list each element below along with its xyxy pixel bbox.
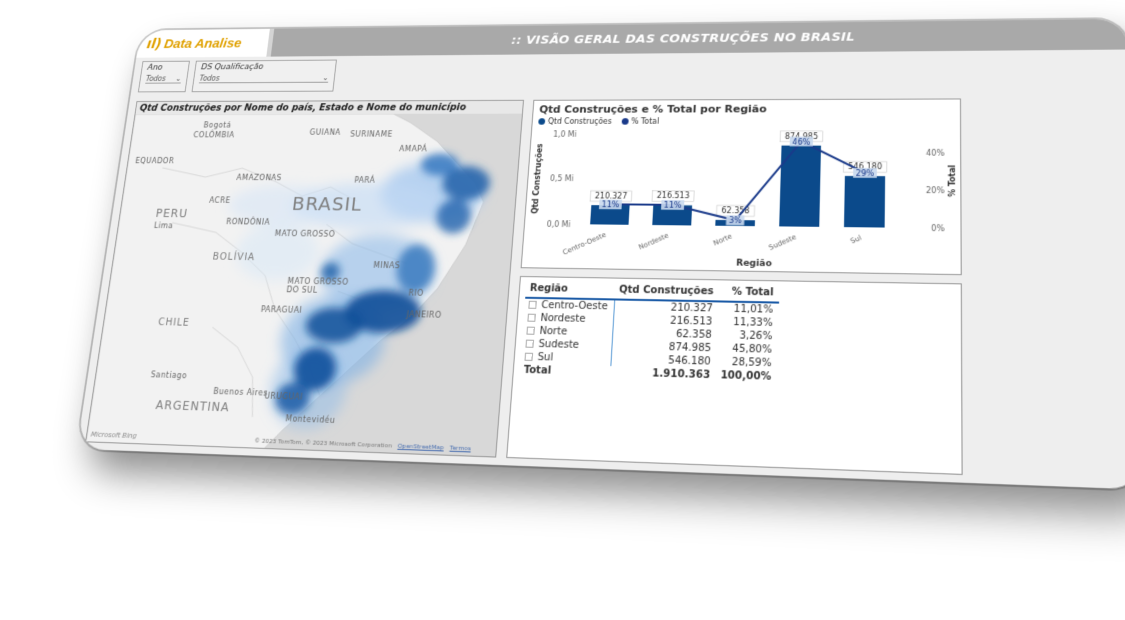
filter-ds-qualificacao[interactable]: DS Qualificação Todos ⌄ bbox=[191, 59, 337, 93]
map-title: Qtd Construções por Nome do país, Estado… bbox=[139, 102, 467, 114]
cell-regiao-label: Sudeste bbox=[538, 338, 580, 351]
label-chile: CHILE bbox=[157, 317, 191, 329]
filter-ano-label: Ano bbox=[146, 63, 164, 73]
y2-tick-label: 0% bbox=[931, 224, 944, 234]
region-table: Região Qtd Construções % Total Centro-Oe… bbox=[519, 281, 781, 384]
title-bar: :: VISÃO GERAL DAS CONSTRUÇÕES NO BRASIL bbox=[270, 18, 1125, 57]
x-tick-label: Centro-Oeste bbox=[562, 231, 608, 257]
header: ıl) Data Analise :: VISÃO GERAL DAS CONS… bbox=[136, 18, 1125, 58]
logo-text: Data Analise bbox=[163, 35, 243, 52]
label-guiana: GUIANA bbox=[309, 128, 342, 137]
header-qtd[interactable]: Qtd Construções bbox=[614, 282, 720, 302]
label-montevideu: Montevidéu bbox=[284, 414, 336, 425]
line-data-label: 11% bbox=[664, 200, 682, 209]
label-janeiro: JANEIRO bbox=[406, 310, 442, 320]
label-rio: RIO bbox=[408, 288, 424, 298]
line-data-label: 46% bbox=[792, 137, 810, 146]
line-data-label: 11% bbox=[601, 200, 619, 209]
x-tick-label: Nordeste bbox=[637, 231, 669, 251]
cell-percent: 11,33% bbox=[733, 316, 773, 330]
label-colombia: COLÔMBIA bbox=[192, 131, 236, 140]
x-tick-label: Sul bbox=[849, 233, 863, 245]
bar-sudeste bbox=[779, 145, 822, 227]
y-tick-label: 0,5 Mi bbox=[550, 174, 574, 183]
y2-tick-label: 20% bbox=[926, 186, 945, 196]
total-percent: 100,00% bbox=[720, 370, 772, 383]
header-total[interactable]: % Total bbox=[719, 284, 781, 303]
expand-icon[interactable] bbox=[526, 326, 535, 335]
total-label: Total bbox=[523, 364, 552, 377]
expand-icon[interactable] bbox=[525, 339, 534, 348]
chart-title: Qtd Construções e % Total por Região bbox=[538, 102, 767, 116]
cell-regiao-label: Nordeste bbox=[540, 312, 586, 325]
label-mato-grosso-sul: MATO GROSSO DO SUL bbox=[285, 276, 349, 295]
page-title: :: VISÃO GERAL DAS CONSTRUÇÕES NO BRASIL bbox=[510, 29, 855, 47]
label-equador: EQUADOR bbox=[134, 156, 175, 166]
expand-icon[interactable] bbox=[527, 313, 536, 322]
label-acre: ACRE bbox=[208, 196, 231, 205]
y-tick-label: 0,0 Mi bbox=[547, 220, 571, 230]
x-tick-label: Sudeste bbox=[768, 233, 798, 252]
bar-sul bbox=[843, 175, 886, 228]
dashboard-screen: ıl) Data Analise :: VISÃO GERAL DAS CONS… bbox=[76, 18, 1125, 490]
label-amazonas: AMAZONAS bbox=[235, 173, 283, 183]
filter-ano[interactable]: Ano Todos ⌄ bbox=[137, 60, 190, 93]
label-para: PARÁ bbox=[353, 176, 376, 185]
label-uruguai: URUGUAI bbox=[263, 391, 304, 402]
label-suriname: SURINAME bbox=[349, 130, 394, 139]
label-paraguai: PARAGUAI bbox=[260, 305, 303, 315]
filter-ds-label: DS Qualificação bbox=[200, 62, 264, 72]
y2-axis-title: % Total bbox=[947, 165, 957, 197]
label-minas: MINAS bbox=[372, 261, 401, 271]
label-buenos-aires: Buenos Aires bbox=[212, 386, 269, 398]
label-santiago: Santiago bbox=[150, 370, 188, 381]
total-qtd: 1.910.363 bbox=[651, 368, 711, 382]
line-data-label: 3% bbox=[729, 216, 742, 226]
chart-logo-icon: ıl) bbox=[145, 36, 163, 52]
x-axis-title: Região bbox=[736, 257, 772, 268]
logo: ıl) Data Analise bbox=[136, 28, 270, 58]
bar-data-label: 216.513 bbox=[657, 191, 691, 201]
expand-icon[interactable] bbox=[528, 300, 537, 309]
y-tick-label: 1,0 Mi bbox=[553, 130, 577, 139]
cell-regiao-label: Norte bbox=[539, 325, 568, 338]
filter-ds-value: Todos bbox=[199, 74, 221, 83]
label-bolivia: BOLÍVIA bbox=[211, 252, 256, 264]
label-peru: PERU bbox=[154, 206, 189, 221]
filter-ds-select[interactable]: Todos ⌄ bbox=[198, 73, 330, 84]
filter-ano-select[interactable]: Todos ⌄ bbox=[145, 74, 182, 84]
chart-visual[interactable]: Qtd Construções e % Total por Região Qtd… bbox=[520, 98, 962, 276]
chevron-down-icon: ⌄ bbox=[174, 74, 182, 83]
matrix-visual[interactable]: Região Qtd Construções % Total Centro-Oe… bbox=[506, 275, 963, 475]
chevron-down-icon: ⌄ bbox=[322, 73, 330, 82]
cell-regiao-label: Centro-Oeste bbox=[540, 300, 608, 313]
label-mato-grosso: MATO GROSSO bbox=[274, 229, 336, 239]
bing-logo: Microsoft Bing bbox=[90, 430, 138, 441]
label-argentina: ARGENTINA bbox=[154, 398, 231, 415]
y2-tick-label: 40% bbox=[926, 148, 945, 157]
cell-percent: 11,01% bbox=[733, 303, 774, 316]
terms-link[interactable]: Termos bbox=[449, 444, 471, 452]
map-visual[interactable]: Qtd Construções por Nome do país, Estado… bbox=[85, 99, 525, 458]
line-data-label: 29% bbox=[856, 168, 874, 178]
x-tick-label: Norte bbox=[712, 232, 733, 248]
cell-regiao-label: Sul bbox=[537, 351, 554, 364]
expand-icon[interactable] bbox=[524, 352, 534, 361]
label-amapa: AMAPÁ bbox=[398, 144, 428, 154]
header-regiao[interactable]: Região bbox=[525, 281, 616, 300]
label-lima: Lima bbox=[153, 221, 174, 231]
filter-ano-value: Todos bbox=[145, 74, 167, 83]
label-brasil: BRASIL bbox=[290, 192, 364, 216]
label-rondonia: RONDÔNIA bbox=[225, 217, 271, 227]
y-axis-title: Qtd Construções bbox=[530, 143, 545, 214]
combo-chart[interactable]: 1,0 Mi 0,5 Mi 0,0 Mi 40% 20% 0% Qtd Construçõe… bbox=[522, 125, 962, 275]
label-bogota: Bogotá bbox=[203, 121, 232, 130]
